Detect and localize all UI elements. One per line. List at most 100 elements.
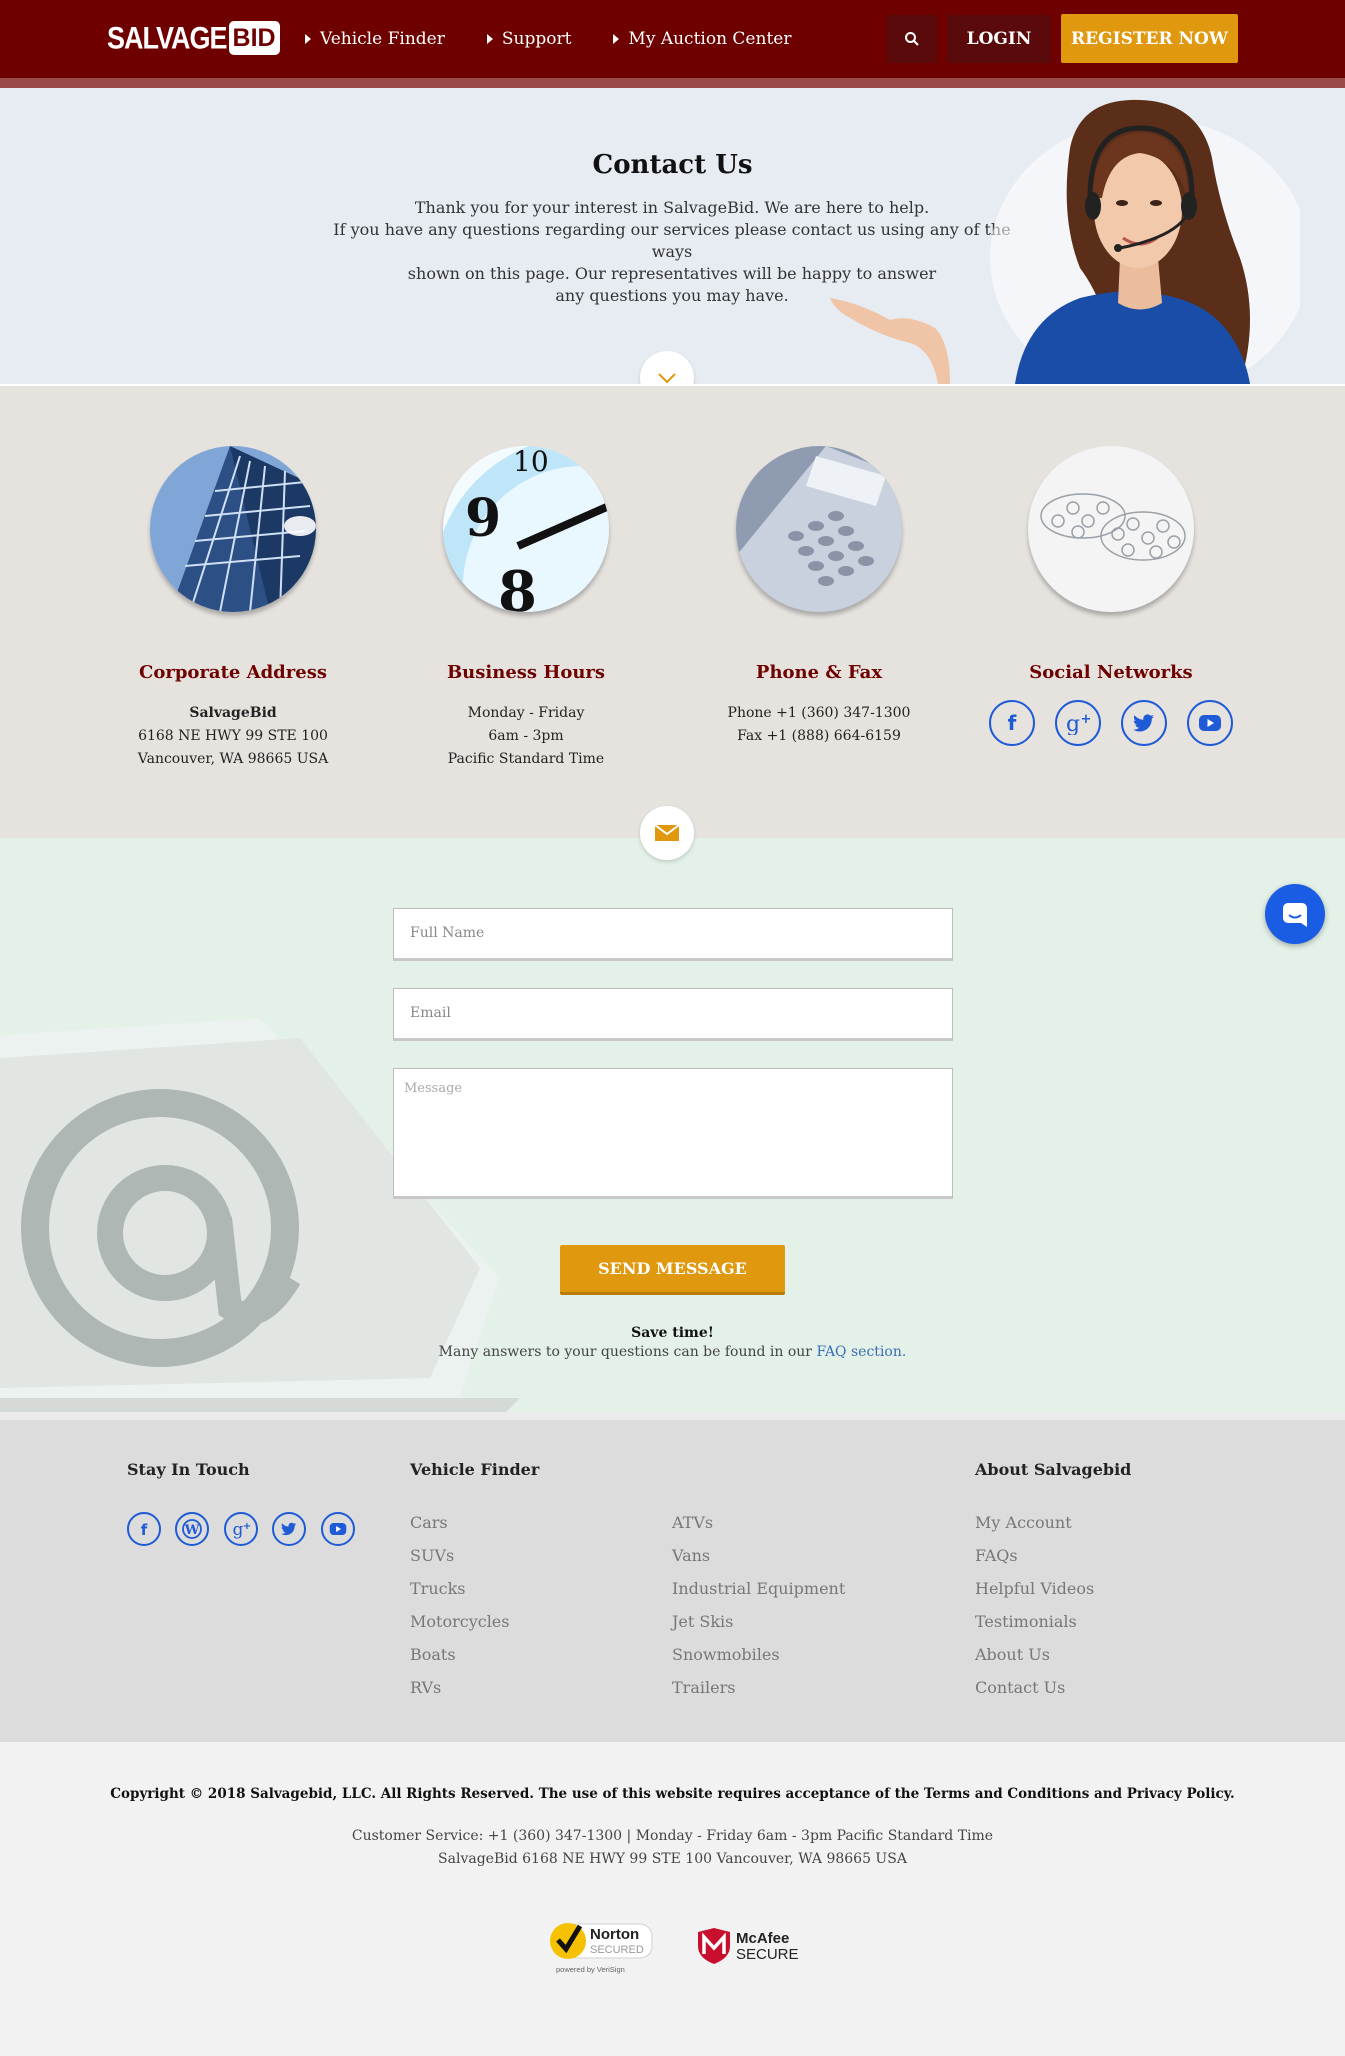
- youtube-icon: [329, 1523, 347, 1535]
- chevron-down-icon: [658, 373, 676, 384]
- message-textarea[interactable]: Message: [393, 1068, 953, 1199]
- twitter-link[interactable]: [1121, 700, 1167, 746]
- customer-service-line: Customer Service: +1 (360) 347-1300 | Mo…: [351, 1828, 994, 1844]
- footer-link-cars[interactable]: Cars: [410, 1513, 448, 1532]
- footer-link-trailers[interactable]: Trailers: [672, 1678, 735, 1697]
- norton-secured: SECURED: [590, 1944, 644, 1956]
- message-placeholder: Message: [404, 1081, 463, 1096]
- svg-text:+: +: [1081, 712, 1092, 727]
- building-image: [150, 446, 316, 612]
- footer-twitter-link[interactable]: [272, 1512, 306, 1546]
- logo-text: SALVAGE: [107, 20, 228, 55]
- support-agent-image: [830, 99, 1300, 384]
- footer-link-industrial-equipment[interactable]: Industrial Equipment: [672, 1579, 845, 1598]
- footer-youtube-link[interactable]: [321, 1512, 355, 1546]
- clock-image: 10 9 8: [443, 446, 609, 612]
- address-line: SalvageBid 6168 NE HWY 99 STE 100 Vancou…: [438, 1851, 907, 1867]
- email-input[interactable]: Email: [393, 988, 953, 1041]
- envelope-icon: [654, 824, 680, 841]
- footer-link-trucks[interactable]: Trucks: [410, 1579, 466, 1598]
- logo[interactable]: SALVAGE BID: [107, 18, 280, 58]
- nav-label: Support: [501, 29, 572, 49]
- nav-vehicle-finder[interactable]: Vehicle Finder: [305, 29, 445, 49]
- footer-link-motorcycles[interactable]: Motorcycles: [410, 1612, 509, 1631]
- social-title: Social Networks: [1029, 662, 1193, 683]
- footer-link-rvs[interactable]: RVs: [410, 1678, 441, 1697]
- footer-wordpress-link[interactable]: W: [175, 1512, 209, 1546]
- full-name-input[interactable]: Full Name: [393, 908, 953, 961]
- norton-powered: powered by VeriSign: [556, 1965, 625, 1974]
- footer-link-vans[interactable]: Vans: [672, 1546, 710, 1565]
- address-text: SalvageBid 6168 NE HWY 99 STE 100 Vancou…: [88, 702, 378, 771]
- vehicle-finder-heading: Vehicle Finder: [410, 1460, 540, 1479]
- copyright-text: Copyright © 2018 Salvagebid, LLC. All Ri…: [110, 1786, 1235, 1802]
- svg-text:f: f: [141, 1521, 148, 1538]
- site-header: SALVAGE BID Vehicle Finder Support My Au…: [0, 0, 1345, 78]
- footer-link-suvs[interactable]: SUVs: [410, 1546, 454, 1565]
- company-name: SalvageBid: [189, 705, 277, 721]
- send-message-button[interactable]: SEND MESSAGE: [560, 1245, 785, 1295]
- facebook-link[interactable]: f: [989, 700, 1035, 746]
- caret-right-icon: [305, 34, 311, 44]
- login-button[interactable]: LOGIN: [947, 15, 1051, 63]
- hours-text: Monday - Friday 6am - 3pm Pacific Standa…: [381, 702, 671, 771]
- phone-number[interactable]: Phone +1 (360) 347-1300: [674, 702, 964, 725]
- footer-link-helpful-videos[interactable]: Helpful Videos: [975, 1579, 1094, 1598]
- search-icon: [905, 32, 919, 46]
- faq-link[interactable]: FAQ section.: [816, 1344, 906, 1360]
- address-title: Corporate Address: [139, 662, 327, 683]
- hours-title: Business Hours: [446, 662, 606, 683]
- footer-link-contact-us[interactable]: Contact Us: [975, 1678, 1065, 1697]
- footer-link-jet-skis[interactable]: Jet Skis: [672, 1612, 733, 1631]
- svg-text:10: 10: [513, 446, 549, 478]
- caret-right-icon: [613, 34, 620, 44]
- footer-google-plus-link[interactable]: g +: [224, 1512, 258, 1546]
- hours-days: Monday - Friday: [467, 705, 585, 721]
- norton-brand: Norton: [590, 1926, 639, 1943]
- fax-number: Fax +1 (888) 664-6159: [737, 728, 901, 744]
- footer-link-about-us[interactable]: About Us: [975, 1645, 1050, 1664]
- phone-image: [736, 446, 902, 612]
- full-name-placeholder: Full Name: [410, 925, 485, 941]
- svg-text:8: 8: [498, 559, 537, 612]
- google-plus-link[interactable]: g +: [1055, 700, 1101, 746]
- svg-text:g: g: [1066, 712, 1080, 735]
- svg-text:f: f: [1008, 712, 1017, 734]
- contact-info-section: Corporate Address SalvageBid 6168 NE HWY…: [0, 384, 1345, 838]
- facebook-icon: f: [141, 1521, 148, 1538]
- nav-support[interactable]: Support: [486, 29, 572, 49]
- caret-right-icon: [486, 34, 493, 44]
- footer-link-atvs[interactable]: ATVs: [672, 1513, 713, 1532]
- chat-launcher-button[interactable]: [1265, 884, 1325, 944]
- phone-text: Phone +1 (360) 347-1300 Fax +1 (888) 664…: [674, 702, 964, 748]
- svg-text:+: +: [243, 1521, 251, 1532]
- norton-secured-badge[interactable]: Norton SECURED powered by VeriSign: [546, 1918, 656, 1976]
- network-image: [1028, 446, 1194, 612]
- hours-zone: Pacific Standard Time: [447, 751, 605, 767]
- chat-icon: [1283, 903, 1307, 927]
- main-nav: Vehicle Finder Support My Auction Center: [305, 0, 833, 78]
- facebook-icon: f: [1008, 712, 1017, 734]
- phone-title: Phone & Fax: [755, 662, 883, 683]
- mcafee-brand: McAfee: [736, 1930, 789, 1947]
- footer-link-my-account[interactable]: My Account: [975, 1513, 1072, 1532]
- google-plus-icon: g +: [1066, 712, 1092, 735]
- footer-link-faqs[interactable]: FAQs: [975, 1546, 1018, 1565]
- mcafee-secure-badge[interactable]: McAfee SECURE: [696, 1926, 806, 1966]
- search-button[interactable]: [887, 15, 937, 63]
- register-button[interactable]: REGISTER NOW: [1061, 14, 1238, 63]
- about-heading: About Salvagebid: [975, 1460, 1132, 1479]
- save-time-title: Save time!: [631, 1325, 714, 1341]
- logo-badge: BID: [228, 21, 280, 55]
- footer-link-snowmobiles[interactable]: Snowmobiles: [672, 1645, 780, 1664]
- footer-link-testimonials[interactable]: Testimonials: [975, 1612, 1077, 1631]
- youtube-link[interactable]: [1187, 700, 1233, 746]
- google-plus-icon: g +: [233, 1520, 252, 1539]
- footer-links: Stay In Touch Vehicle Finder About Salva…: [0, 1412, 1345, 1742]
- address-street: 6168 NE HWY 99 STE 100: [138, 728, 328, 744]
- footer-facebook-link[interactable]: f: [127, 1512, 161, 1546]
- nav-my-auction-center[interactable]: My Auction Center: [613, 29, 791, 49]
- footer-link-boats[interactable]: Boats: [410, 1645, 456, 1664]
- address-city: Vancouver, WA 98665 USA: [137, 751, 329, 767]
- stay-in-touch-heading: Stay In Touch: [127, 1460, 250, 1479]
